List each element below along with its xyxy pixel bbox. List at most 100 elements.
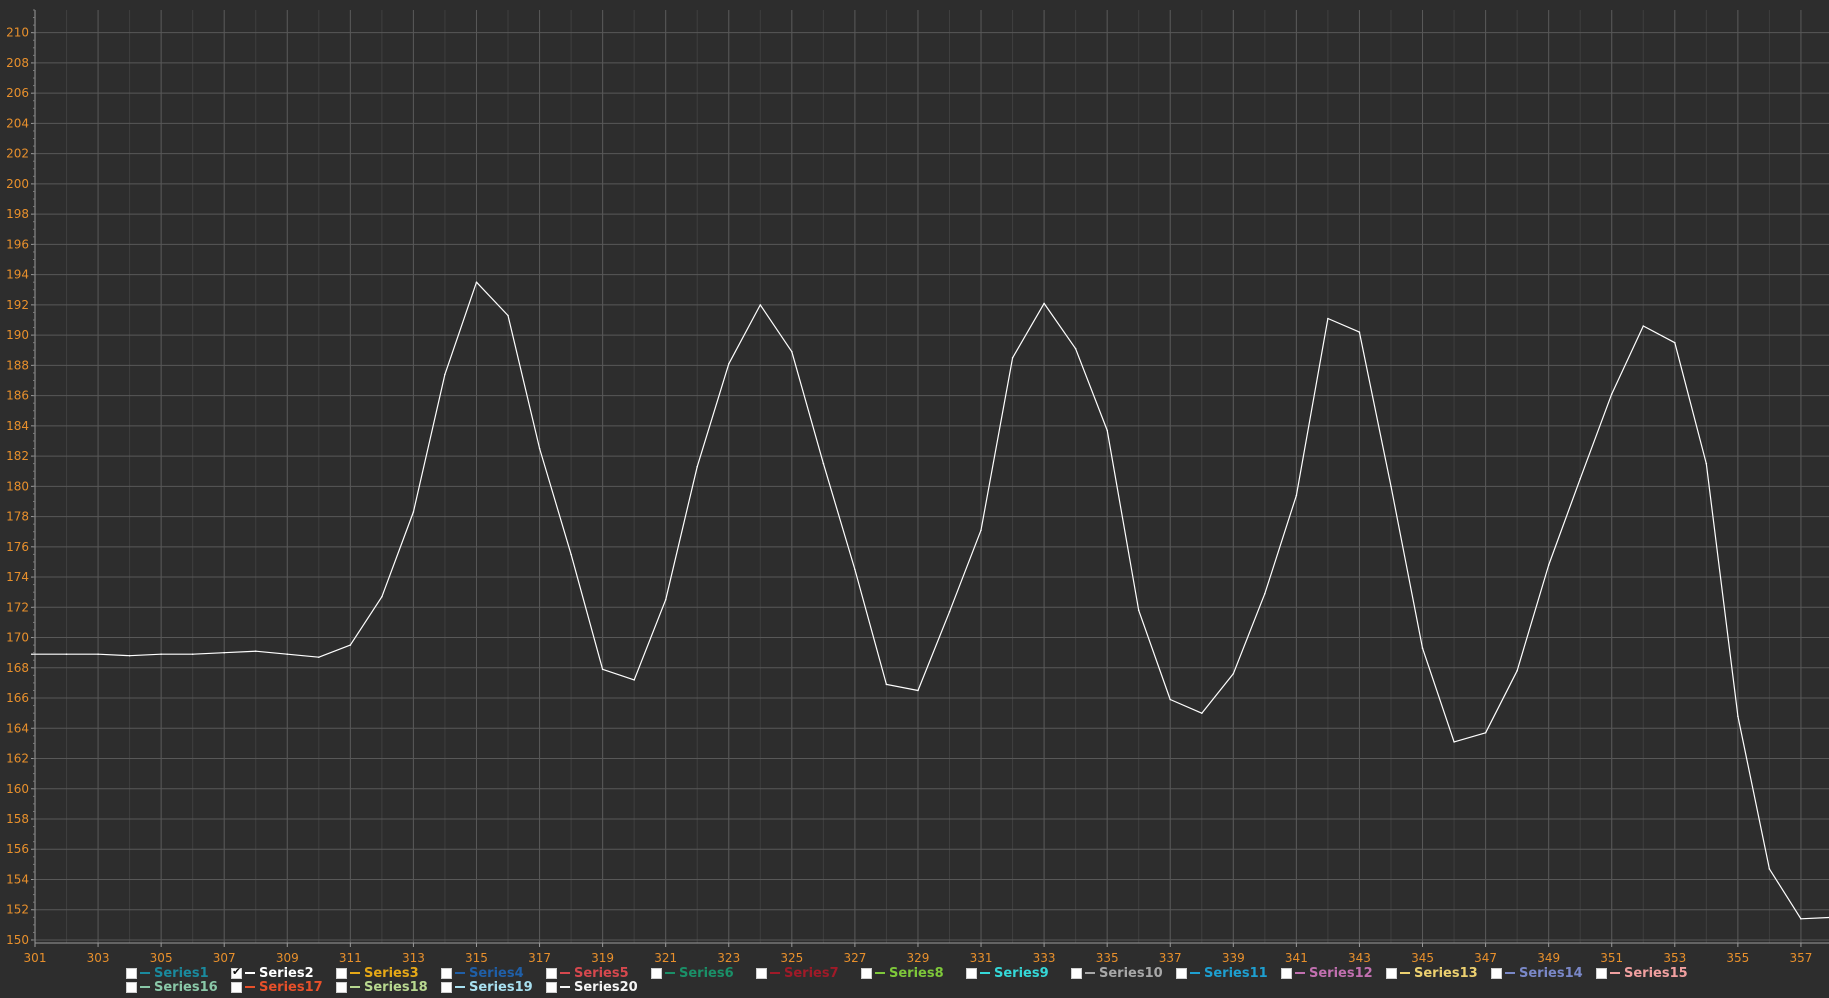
legend-item[interactable]: Series5 <box>546 966 629 981</box>
legend-item[interactable]: Series4 <box>441 966 524 981</box>
legend-checkbox[interactable] <box>966 967 977 979</box>
data-point <box>728 363 730 365</box>
legend-checkbox[interactable] <box>1596 967 1607 979</box>
legend-checkbox[interactable] <box>336 967 347 979</box>
x-tick-label: 325 <box>780 951 803 965</box>
legend-checkbox[interactable] <box>1281 967 1292 979</box>
y-tick-label: 200 <box>6 177 29 191</box>
y-tick-label: 168 <box>6 661 29 675</box>
series-line <box>31 281 1829 920</box>
legend-item[interactable]: Series14 <box>1491 966 1583 981</box>
legend-checkbox[interactable] <box>1176 967 1187 979</box>
y-axis-ticks: 150 152 154 156 158 160 162 164 166 168 170 172 174 1… <box>6 9 35 947</box>
data-point <box>1169 698 1171 701</box>
legend-swatch <box>350 986 360 988</box>
series-lines <box>31 281 1829 920</box>
legend-swatch <box>455 986 465 988</box>
legend-checkbox[interactable] <box>126 981 137 993</box>
legend-swatch <box>1610 972 1620 974</box>
x-tick-label: 303 <box>87 951 110 965</box>
legend-item[interactable]: Series20 <box>546 980 638 995</box>
x-tick-label: 357 <box>1789 951 1812 965</box>
legend-item[interactable]: Series15 <box>1596 966 1688 981</box>
legend-item[interactable]: Series9 <box>966 966 1049 981</box>
data-point <box>1516 670 1518 672</box>
y-tick-label: 194 <box>6 268 29 282</box>
data-point <box>191 653 194 655</box>
legend-checkbox[interactable] <box>231 965 242 979</box>
x-tick-label: 337 <box>1159 951 1182 965</box>
y-tick-label: 190 <box>6 328 29 342</box>
legend-checkbox[interactable] <box>441 967 452 979</box>
legend-item[interactable]: Series7 <box>756 965 839 981</box>
y-tick-label: 162 <box>6 752 29 766</box>
legend-checkbox[interactable] <box>756 967 767 979</box>
x-tick-label: 331 <box>970 951 993 965</box>
legend-item[interactable]: Series11 <box>1176 966 1268 981</box>
grid <box>34 10 1829 943</box>
legend-label: Series7 <box>784 965 839 981</box>
data-point <box>664 598 667 601</box>
data-point <box>759 304 762 306</box>
data-point <box>854 568 856 571</box>
legend-item[interactable]: Series6 <box>651 966 734 981</box>
data-point <box>1579 478 1581 480</box>
y-tick-label: 196 <box>6 237 29 251</box>
legend-item[interactable]: Series16 <box>126 980 218 995</box>
data-point <box>1043 302 1045 305</box>
data-point <box>286 653 289 655</box>
legend-checkbox[interactable] <box>1491 967 1502 979</box>
y-tick-label: 156 <box>6 842 29 856</box>
legend-item[interactable]: Series12 <box>1281 966 1373 981</box>
legend-label: Series2 <box>259 965 314 981</box>
legend-item[interactable]: Series13 <box>1386 966 1478 981</box>
x-axis-ticks: 301 303 305 307 309 311 313 315 317 319 321 323 325 3… <box>24 943 1812 965</box>
legend-checkbox[interactable] <box>231 981 242 993</box>
legend-item[interactable]: Series18 <box>336 980 428 995</box>
data-point <box>1453 741 1455 743</box>
legend-label: Series17 <box>259 979 323 995</box>
legend-checkbox[interactable] <box>441 981 452 993</box>
legend-label: Series3 <box>364 965 419 981</box>
legend-checkbox[interactable] <box>861 967 872 979</box>
legend-item[interactable]: Series8 <box>861 966 944 981</box>
legend-item[interactable]: Series1 <box>126 965 209 981</box>
legend-swatch <box>245 986 255 988</box>
x-tick-label: 317 <box>528 951 551 965</box>
legend-item[interactable]: Series3 <box>336 965 419 981</box>
legend-swatch <box>350 972 360 974</box>
legend-checkbox[interactable] <box>126 967 137 979</box>
legend-checkbox[interactable] <box>651 967 662 979</box>
y-tick-label: 210 <box>6 26 29 40</box>
legend-checkbox[interactable] <box>1071 967 1082 979</box>
legend-item[interactable]: Series17 <box>231 979 323 995</box>
y-tick-label: 204 <box>6 116 29 130</box>
x-tick-label: 333 <box>1033 951 1056 965</box>
legend-label: Series10 <box>1099 965 1163 981</box>
y-tick-label: 172 <box>6 600 29 614</box>
legend-checkbox[interactable] <box>546 967 557 979</box>
legend-swatch <box>665 972 675 974</box>
data-point <box>1011 357 1014 359</box>
data-point <box>570 553 572 556</box>
legend-checkbox[interactable] <box>546 981 557 993</box>
data-point <box>1232 673 1235 675</box>
legend-checkbox[interactable] <box>1386 967 1397 979</box>
x-tick-label: 323 <box>717 951 740 965</box>
legend-label: Series1 <box>154 965 209 981</box>
x-tick-label: 301 <box>24 951 47 965</box>
data-point <box>633 679 635 681</box>
data-point <box>1106 429 1108 432</box>
legend-swatch <box>770 972 780 974</box>
chart-canvas: 150 152 154 156 158 160 162 164 166 168 170 172 174 1… <box>6 9 1829 965</box>
legend-swatch <box>1505 972 1515 974</box>
legend-item[interactable]: Series2 <box>231 965 314 981</box>
data-point <box>1610 393 1613 395</box>
y-tick-label: 180 <box>6 479 29 493</box>
legend-checkbox[interactable] <box>336 981 347 993</box>
x-tick-label: 335 <box>1096 951 1119 965</box>
data-point <box>1201 712 1203 714</box>
data-point <box>1800 918 1802 920</box>
legend-item[interactable]: Series10 <box>1071 965 1163 981</box>
legend-item[interactable]: Series19 <box>441 980 533 995</box>
